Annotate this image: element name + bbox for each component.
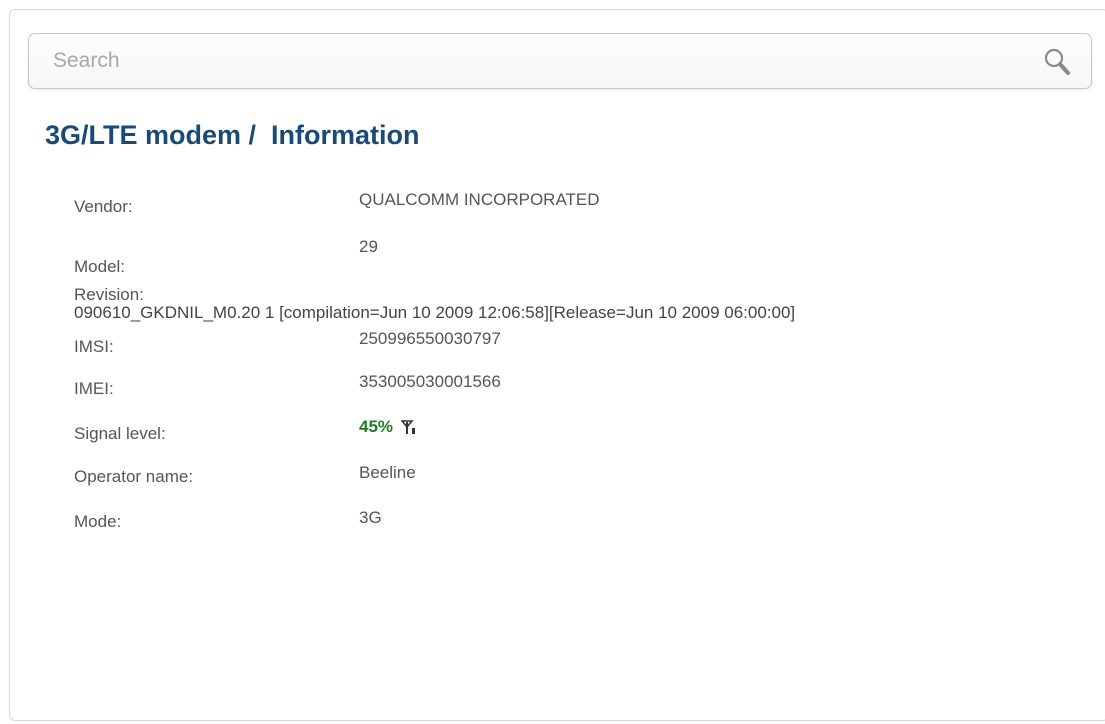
- vendor-label: Vendor:: [74, 197, 133, 216]
- search-icon[interactable]: [1041, 46, 1075, 78]
- imei-value: 353005030001566: [359, 372, 501, 391]
- revision-label: Revision:: [74, 285, 144, 304]
- antenna-signal-icon: [401, 420, 415, 434]
- mode-value: 3G: [359, 508, 382, 527]
- search-bar: [28, 33, 1092, 89]
- signal-level-label: Signal level:: [74, 424, 166, 443]
- imsi-value: 250996550030797: [359, 329, 501, 348]
- vendor-value: QUALCOMM INCORPORATED: [359, 190, 600, 209]
- revision-value: 090610_GKDNIL_M0.20 1 [compilation=Jun 1…: [74, 303, 796, 322]
- operator-name-label: Operator name:: [74, 467, 194, 486]
- model-value: 29: [359, 237, 378, 256]
- page-title: 3G/LTE modem / Information: [45, 120, 420, 150]
- operator-name-value: Beeline: [359, 463, 416, 482]
- search-input[interactable]: [43, 34, 1023, 88]
- signal-level-value: 45%: [359, 417, 394, 436]
- content-panel: [9, 9, 1105, 721]
- imei-label: IMEI:: [74, 379, 114, 398]
- imsi-label: IMSI:: [74, 337, 114, 356]
- mode-label: Mode:: [74, 512, 122, 531]
- model-label: Model:: [74, 257, 126, 276]
